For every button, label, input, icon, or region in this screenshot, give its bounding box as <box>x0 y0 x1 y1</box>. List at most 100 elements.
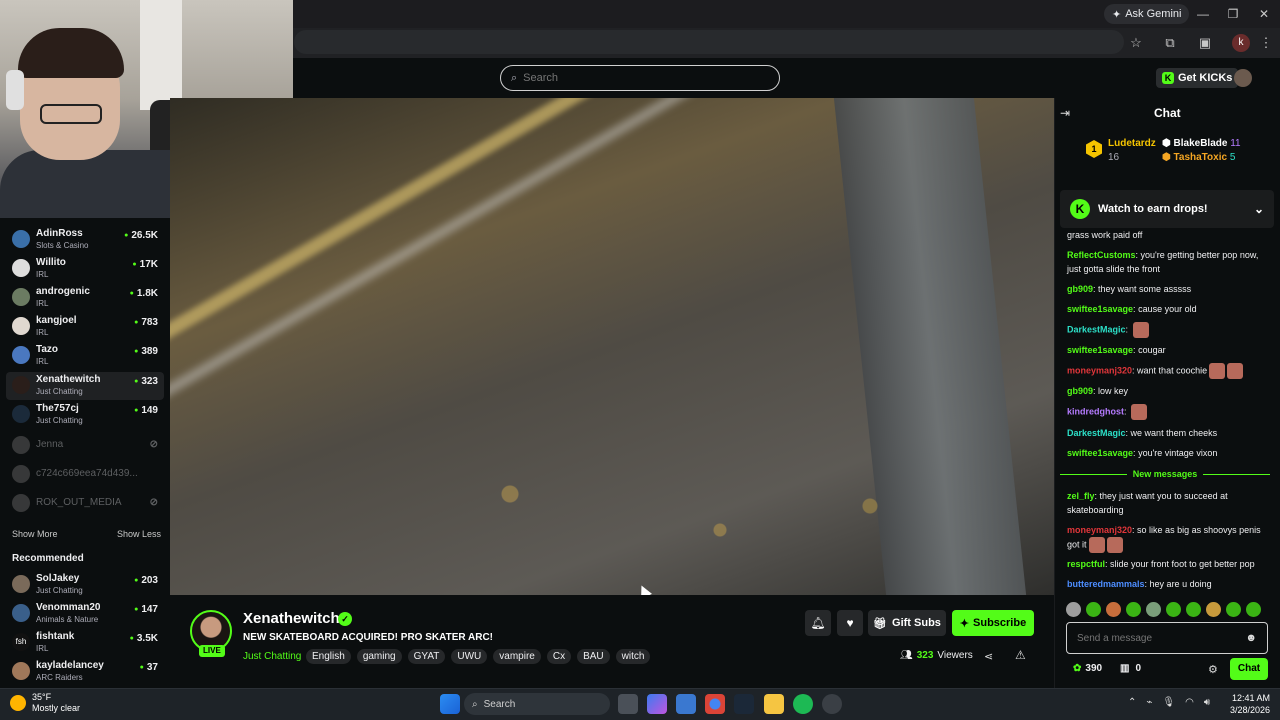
drops-banner[interactable]: K Watch to earn drops! ⌄ <box>1060 190 1274 228</box>
browser-profile-avatar[interactable]: k <box>1232 34 1250 52</box>
settings-app-icon[interactable] <box>822 694 842 714</box>
subscribe-button[interactable]: ✦ Subscribe <box>952 610 1034 636</box>
task-view-icon[interactable] <box>618 694 638 714</box>
sidebar-channel-tazo[interactable]: Tazo IRL 389 <box>6 342 164 370</box>
sidebar-channel-c724c669[interactable]: c724c669eea74d439... <box>6 461 164 489</box>
sidebar-channel-willito[interactable]: Willito IRL 17K <box>6 255 164 283</box>
sidebar-channel-rok-out-media[interactable]: ROK_OUT_MEDIA ⊘ <box>6 490 164 518</box>
new-messages-divider[interactable]: New messages <box>1060 468 1271 480</box>
sidebar-recommended-soljakey[interactable]: SolJakey Just Chatting 203 <box>6 571 164 599</box>
chat-username[interactable]: gb909 <box>1067 386 1093 396</box>
store-counter[interactable]: ▥ 0 <box>1120 663 1141 674</box>
copilot-icon[interactable] <box>647 694 667 714</box>
tag-english[interactable]: English <box>306 649 351 664</box>
video-player[interactable] <box>170 98 1054 595</box>
search-input[interactable] <box>523 72 754 84</box>
sidebar-recommended-venomman20[interactable]: Venomman20 Animals & Nature 147 <box>6 600 164 628</box>
sidebar-recommended-fishtank[interactable]: fsh fishtank IRL 3.5K <box>6 629 164 657</box>
chat-emote[interactable] <box>1132 322 1149 338</box>
tag-gyat[interactable]: GYAT <box>407 649 446 664</box>
steam-icon[interactable] <box>734 694 754 714</box>
user-avatar[interactable] <box>1234 69 1252 87</box>
maximize-button[interactable]: ❐ <box>1218 4 1248 24</box>
report-icon[interactable]: ⚠ <box>1015 648 1026 662</box>
sidebar-recommended-kayladelancey[interactable]: kayladelancey ARC Raiders 37 <box>6 658 164 686</box>
tag-uwu[interactable]: UWU <box>451 649 488 664</box>
get-kicks-button[interactable]: K Get KICKs <box>1156 68 1239 88</box>
emote-icon[interactable] <box>1246 602 1261 617</box>
taskbar-clock[interactable]: 12:41 AM 3/28/2026 <box>1230 692 1270 716</box>
wifi-icon[interactable]: ◠ <box>1185 697 1194 708</box>
taskbar-search[interactable]: ⌕ Search <box>464 693 610 715</box>
follow-button[interactable]: ♥ <box>837 610 863 636</box>
collapse-chat-icon[interactable]: ⇥ <box>1060 106 1070 120</box>
tag-vampire[interactable]: vampire <box>493 649 541 664</box>
tag-witch[interactable]: witch <box>615 649 651 664</box>
leaderboard-second[interactable]: ⬢ BlakeBlade 11 <box>1162 138 1241 149</box>
browser-menu-icon[interactable]: ⋮ <box>1257 34 1275 52</box>
chrome-icon[interactable] <box>705 694 725 714</box>
chat-username[interactable]: ReflectCustoms <box>1067 250 1136 260</box>
emote-icon[interactable] <box>1186 602 1201 617</box>
sidebar-channel-kangjoel[interactable]: kangjoel IRL 783 <box>6 313 164 341</box>
chat-emote[interactable] <box>1209 363 1226 379</box>
weather-widget[interactable]: 35°F Mostly clear <box>10 692 80 714</box>
show-more-button[interactable]: Show More <box>12 529 58 539</box>
leaderboard-third[interactable]: ⬢ TashaToxic 5 <box>1162 152 1235 163</box>
emoji-picker-icon[interactable]: ☻ <box>1245 632 1257 644</box>
minimize-button[interactable]: — <box>1188 4 1218 24</box>
chat-username[interactable]: DarkestMagic <box>1067 324 1126 334</box>
sidebar-channel-adinross[interactable]: AdinRoss Slots & Casino 26.5K <box>6 226 164 254</box>
chat-username[interactable]: swiftee1savage <box>1067 448 1133 458</box>
volume-icon[interactable]: 🔊︎ <box>1204 697 1210 708</box>
emote-icon[interactable] <box>1166 602 1181 617</box>
chat-username[interactable]: kindredghost <box>1067 406 1124 416</box>
chat-send-button[interactable]: Chat <box>1230 658 1268 680</box>
chat-settings-gear-icon[interactable]: ⚙ <box>1208 663 1218 676</box>
emote-icon[interactable] <box>1226 602 1241 617</box>
ask-gemini-button[interactable]: ✦ Ask Gemini <box>1104 4 1190 24</box>
chat-username[interactable]: DarkestMagic <box>1067 428 1126 438</box>
network-icon[interactable]: ⌁ <box>1146 697 1152 708</box>
chat-emote[interactable] <box>1088 537 1105 553</box>
chat-username[interactable]: zel_fly <box>1067 491 1095 501</box>
spotify-icon[interactable] <box>793 694 813 714</box>
tag-cx[interactable]: Cx <box>546 649 572 664</box>
microphone-icon[interactable]: 🎙︎ <box>1162 697 1175 708</box>
tag-gaming[interactable]: gaming <box>356 649 402 664</box>
emote-icon[interactable] <box>1206 602 1221 617</box>
chat-emote[interactable] <box>1227 363 1244 379</box>
emote-icon[interactable] <box>1146 602 1161 617</box>
chat-username[interactable]: gb909 <box>1067 284 1093 294</box>
media-control-icon[interactable]: ▣ <box>1196 34 1214 52</box>
chat-username[interactable]: respctful <box>1067 559 1105 569</box>
emote-icon[interactable] <box>1126 602 1141 617</box>
sidebar-channel-jenna[interactable]: Jenna ⊘ <box>6 432 164 460</box>
tag-bau[interactable]: BAU <box>577 649 610 664</box>
emote-icon[interactable] <box>1066 602 1081 617</box>
sidebar-channel-androgenic[interactable]: androgenic IRL 1.8K <box>6 284 164 312</box>
store-app-icon[interactable] <box>676 694 696 714</box>
bookmark-star-icon[interactable]: ☆ <box>1127 34 1145 52</box>
streamer-name[interactable]: Xenathewitch <box>243 610 340 627</box>
chat-message-input[interactable] <box>1077 632 1246 644</box>
stream-category-link[interactable]: Just Chatting <box>243 651 301 662</box>
chat-username[interactable]: swiftee1savage <box>1067 345 1133 355</box>
chat-username[interactable]: moneymanj320 <box>1067 365 1132 375</box>
emote-icon[interactable] <box>1106 602 1121 617</box>
chat-input-box[interactable]: ☻ <box>1066 622 1268 654</box>
sidebar-channel-xenathewitch[interactable]: Xenathewitch Just Chatting 323 <box>6 372 164 400</box>
leaderboard-first-name[interactable]: Ludetardz <box>1108 138 1156 149</box>
chat-username[interactable]: swiftee1savage <box>1067 304 1133 314</box>
chat-emote[interactable] <box>1106 537 1123 553</box>
emote-icon[interactable] <box>1086 602 1101 617</box>
extensions-icon[interactable]: ⧉ <box>1161 34 1179 52</box>
close-window-button[interactable]: ✕ <box>1249 4 1279 24</box>
file-explorer-icon[interactable] <box>764 694 784 714</box>
share-icon[interactable]: ⋖ <box>984 650 993 663</box>
chat-emote[interactable] <box>1131 404 1148 420</box>
sidebar-channel-the757cj[interactable]: The757cj Just Chatting 149 <box>6 401 164 429</box>
channel-points[interactable]: ✿ 390 <box>1073 663 1102 674</box>
show-less-button[interactable]: Show Less <box>117 529 161 539</box>
windows-start-icon[interactable] <box>440 694 460 714</box>
